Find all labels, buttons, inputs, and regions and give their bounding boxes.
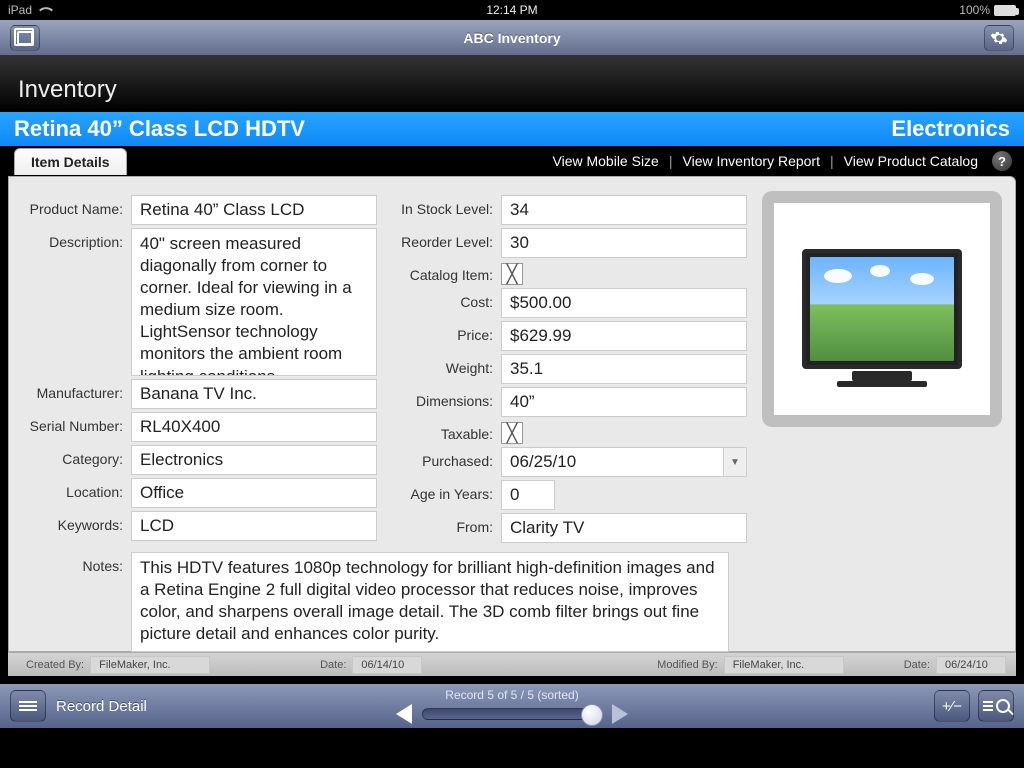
page-header: Inventory: [0, 56, 1024, 112]
product-image-well[interactable]: [762, 191, 1002, 427]
age-label: Age in Years:: [389, 480, 501, 502]
modified-by-label: Modified By:: [639, 659, 724, 671]
description-field[interactable]: 40" screen measured diagonally from corn…: [131, 228, 377, 376]
created-by-value: FileMaker, Inc.: [90, 656, 210, 674]
date-picker-button[interactable]: ▼: [723, 447, 747, 477]
purchased-field[interactable]: 06/25/10: [501, 447, 723, 477]
created-by-label: Created By:: [8, 659, 90, 671]
modified-by-value: FileMaker, Inc.: [724, 656, 844, 674]
product-name-label: Product Name:: [19, 195, 131, 217]
record-slider[interactable]: [422, 708, 602, 720]
weight-field[interactable]: 35.1: [501, 354, 747, 384]
serial-label: Serial Number:: [19, 412, 131, 434]
carrier-label: iPad: [8, 3, 32, 17]
windows-icon: [17, 31, 33, 45]
tv-illustration: [802, 249, 962, 369]
app-title: ABC Inventory: [463, 30, 560, 46]
image-column: [759, 195, 1005, 546]
location-field[interactable]: Office: [131, 478, 377, 508]
app-toolbar: ABC Inventory: [0, 20, 1024, 56]
settings-button[interactable]: [984, 25, 1014, 51]
description-label: Description:: [19, 228, 131, 250]
ios-status-bar: iPad 12:14 PM 100%: [0, 0, 1024, 20]
list-small-icon: [983, 699, 993, 713]
catalog-item-label: Catalog Item:: [389, 261, 501, 283]
record-navigator: Record 5 of 5 / 5 (sorted): [396, 688, 628, 724]
add-delete-record-button[interactable]: +⁄−: [934, 690, 970, 722]
modified-date-value: 06/24/10: [936, 656, 1006, 674]
category-field[interactable]: Electronics: [131, 445, 377, 475]
location-label: Location:: [19, 478, 131, 500]
serial-field[interactable]: RL40X400: [131, 412, 377, 442]
reorder-label: Reorder Level:: [389, 228, 501, 250]
plus-minus-icon: +⁄−: [942, 699, 962, 714]
notes-label: Notes:: [19, 552, 131, 652]
in-stock-label: In Stock Level:: [389, 195, 501, 217]
action-link-row: View Mobile Size | View Inventory Report…: [0, 146, 1024, 176]
record-meta-bar: Created By: FileMaker, Inc. Date: 06/14/…: [8, 652, 1016, 676]
view-product-catalog-link[interactable]: View Product Catalog: [844, 153, 978, 169]
battery-icon: [994, 5, 1016, 16]
in-stock-field[interactable]: 34: [501, 195, 747, 225]
notes-field[interactable]: This HDTV features 1080p technology for …: [131, 552, 729, 652]
from-label: From:: [389, 513, 501, 535]
layout-menu-button[interactable]: [10, 690, 46, 722]
separator: |: [830, 153, 834, 169]
taxable-label: Taxable:: [389, 420, 501, 442]
clock: 12:14 PM: [486, 3, 537, 17]
keywords-label: Keywords:: [19, 511, 131, 533]
product-image: [774, 203, 990, 415]
find-sort-button[interactable]: [978, 690, 1014, 722]
gear-icon: [990, 29, 1008, 47]
dimensions-field[interactable]: 40”: [501, 387, 747, 417]
record-counter: Record 5 of 5 / 5 (sorted): [445, 688, 578, 702]
price-label: Price:: [389, 321, 501, 343]
prev-record-button[interactable]: [396, 704, 412, 724]
cost-label: Cost:: [389, 288, 501, 310]
modified-date-label: Date:: [844, 659, 936, 671]
tab-item-details[interactable]: Item Details: [14, 148, 127, 175]
bottom-toolbar: Record Detail Record 5 of 5 / 5 (sorted)…: [0, 684, 1024, 728]
separator: |: [669, 153, 673, 169]
list-icon: [19, 699, 37, 713]
product-category-heading: Electronics: [891, 116, 1010, 142]
age-field[interactable]: 0: [501, 480, 555, 510]
from-field[interactable]: Clarity TV: [501, 513, 747, 543]
windows-button[interactable]: [10, 25, 40, 51]
cost-field[interactable]: $500.00: [501, 288, 747, 318]
reorder-field[interactable]: 30: [501, 228, 747, 258]
slider-knob[interactable]: [581, 704, 603, 726]
keywords-field[interactable]: LCD: [131, 511, 377, 541]
middle-column: In Stock Level:34 Reorder Level:30 Catal…: [389, 195, 747, 546]
product-bar: Retina 40” Class LCD HDTV Electronics: [0, 112, 1024, 146]
taxable-checkbox[interactable]: ╳: [501, 422, 523, 444]
weight-label: Weight:: [389, 354, 501, 376]
view-mobile-size-link[interactable]: View Mobile Size: [553, 153, 659, 169]
product-name-heading: Retina 40” Class LCD HDTV: [14, 116, 305, 142]
price-field[interactable]: $629.99: [501, 321, 747, 351]
detail-body: Product Name:Retina 40” Class LCD Descri…: [8, 176, 1016, 652]
dimensions-label: Dimensions:: [389, 387, 501, 409]
left-column: Product Name:Retina 40” Class LCD Descri…: [19, 195, 377, 546]
page-title: Inventory: [18, 76, 117, 104]
manufacturer-label: Manufacturer:: [19, 379, 131, 401]
manufacturer-field[interactable]: Banana TV Inc.: [131, 379, 377, 409]
product-name-field[interactable]: Retina 40” Class LCD: [131, 195, 377, 225]
wifi-icon: [38, 5, 52, 15]
battery-label: 100%: [959, 3, 990, 17]
created-date-value: 06/14/10: [352, 656, 422, 674]
view-mode-label[interactable]: Record Detail: [56, 698, 147, 715]
category-label: Category:: [19, 445, 131, 467]
next-record-button[interactable]: [612, 704, 628, 724]
catalog-item-checkbox[interactable]: ╳: [501, 263, 523, 285]
purchased-label: Purchased:: [389, 447, 501, 469]
created-date-label: Date:: [210, 659, 352, 671]
view-inventory-report-link[interactable]: View Inventory Report: [683, 153, 820, 169]
help-icon[interactable]: ?: [992, 151, 1012, 171]
search-icon: [996, 699, 1010, 713]
purchased-date-wrapper: 06/25/10 ▼: [501, 447, 747, 477]
